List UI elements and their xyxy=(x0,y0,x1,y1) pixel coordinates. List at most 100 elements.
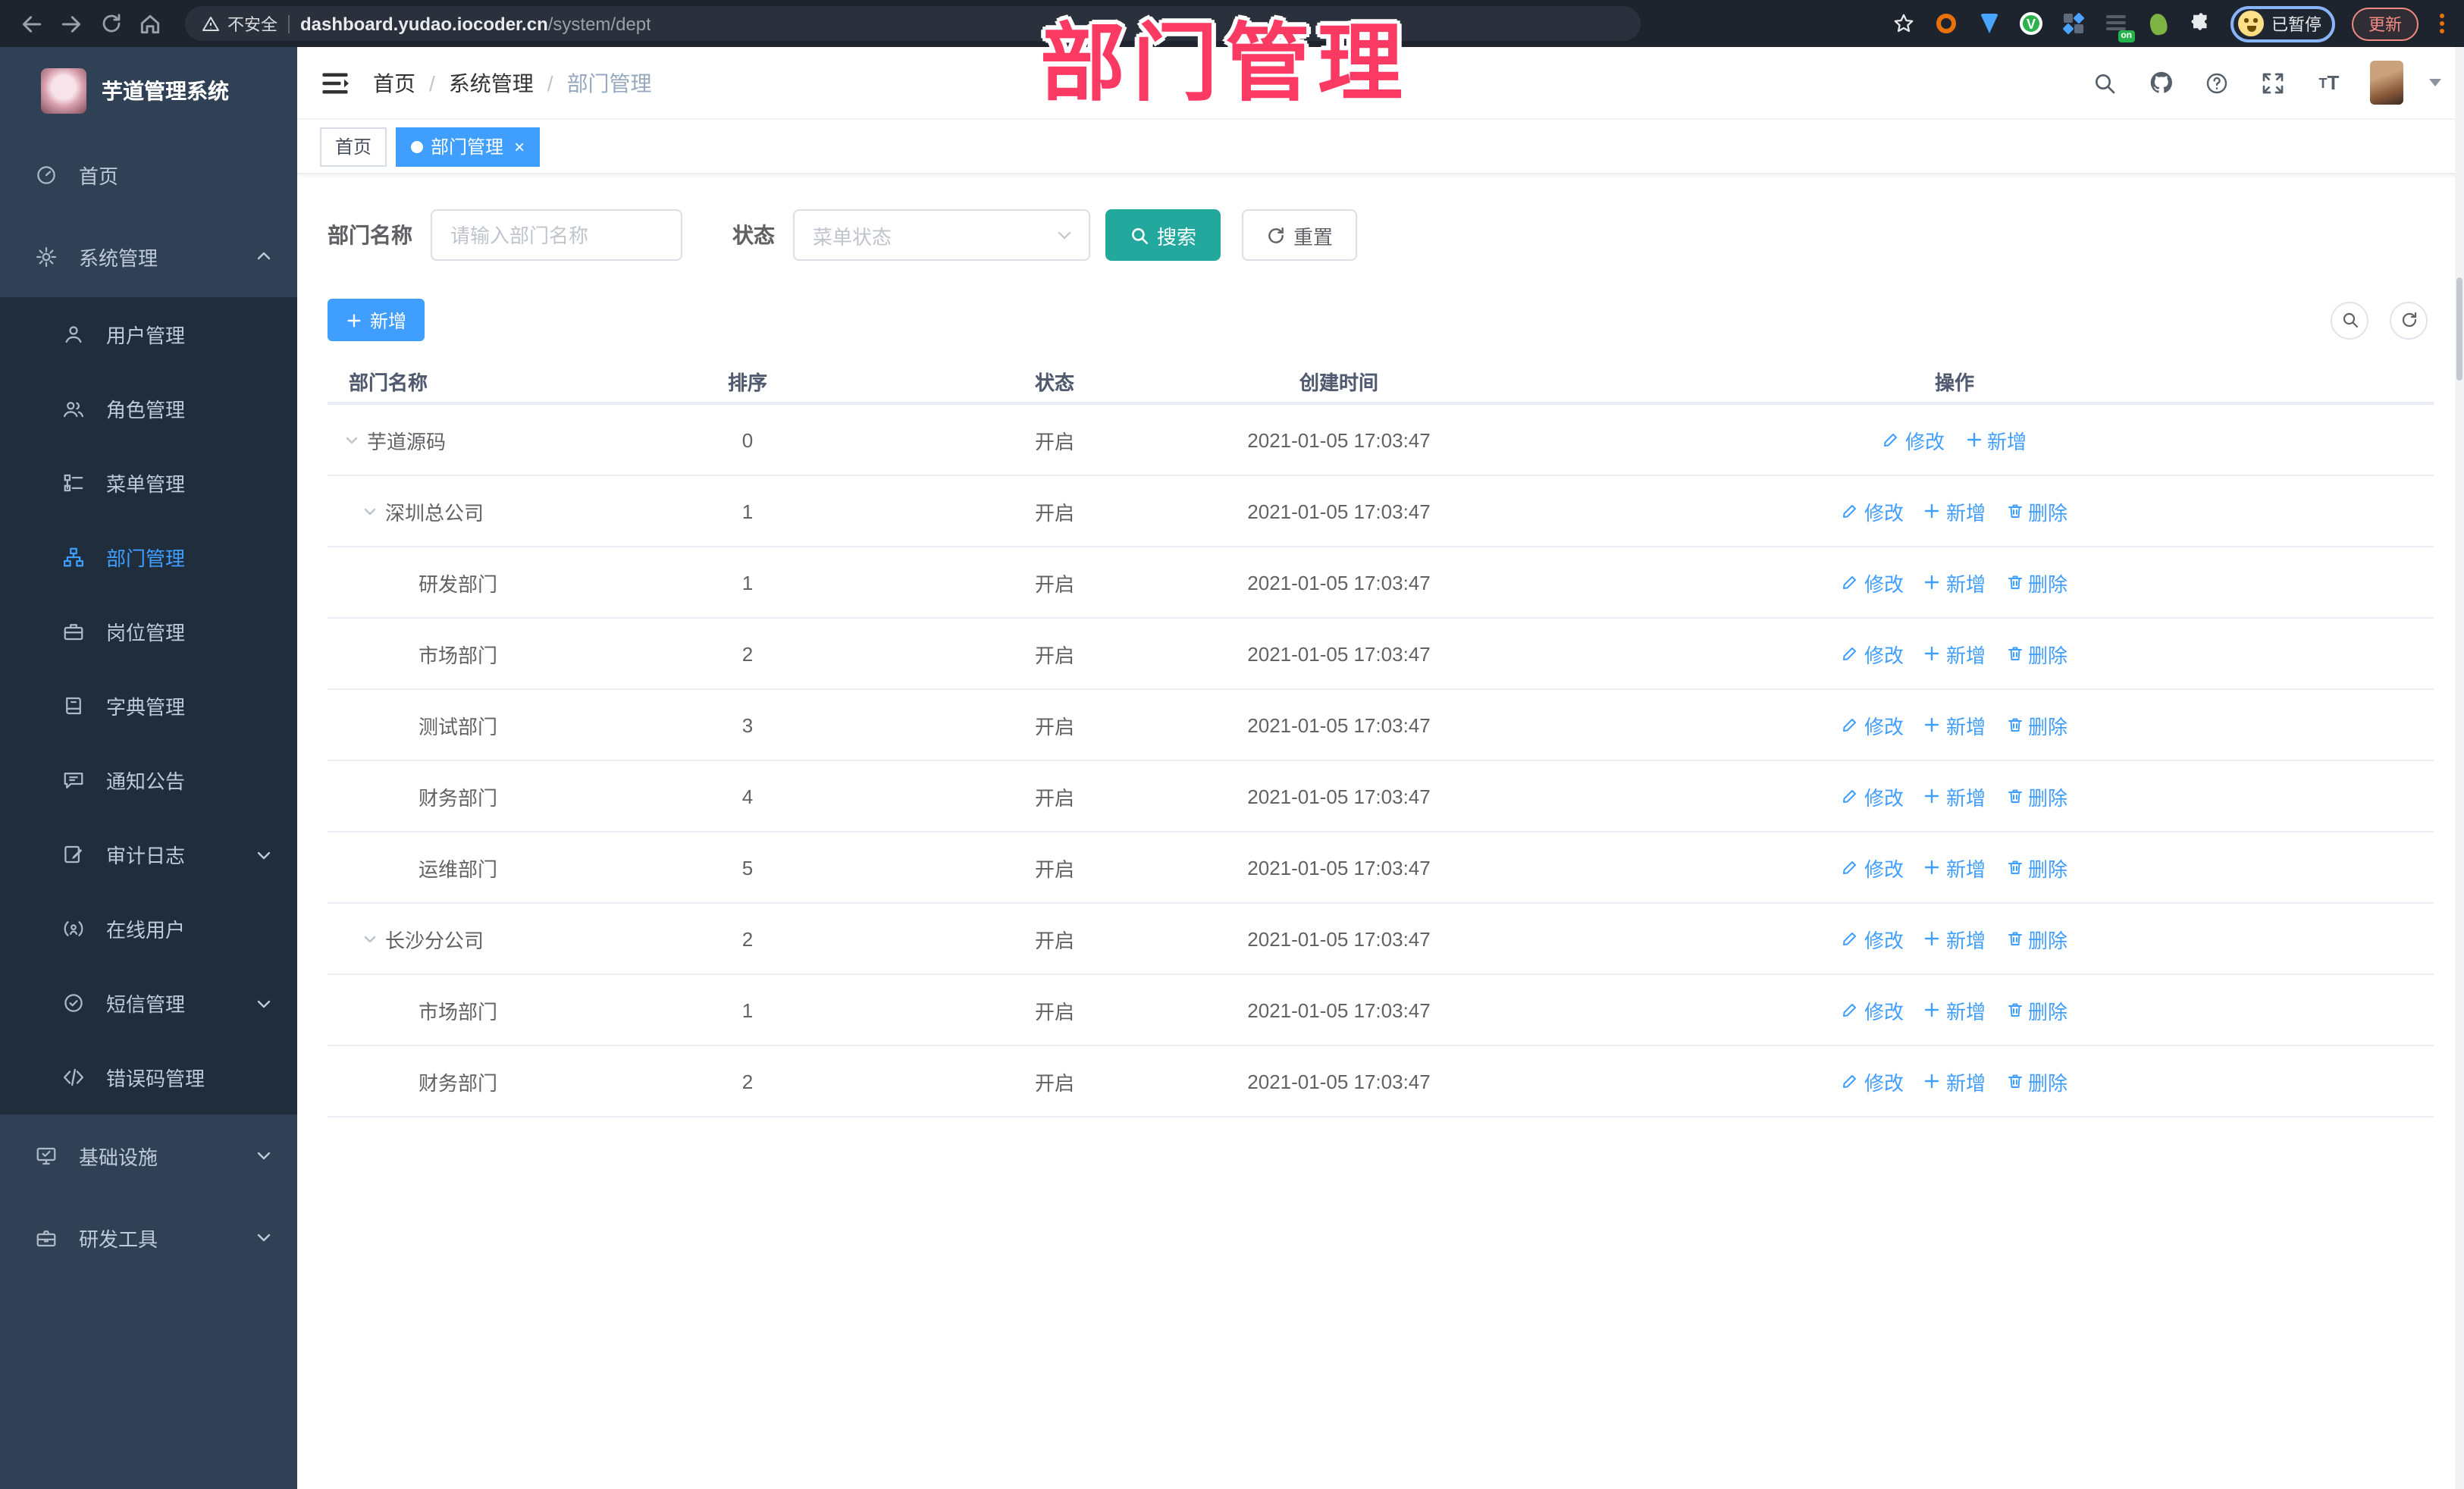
user-avatar[interactable] xyxy=(2370,61,2403,105)
edit-action-link[interactable]: 修改 xyxy=(1842,497,1904,525)
add-action-link[interactable]: 新增 xyxy=(1923,995,1986,1024)
extension-icon[interactable] xyxy=(2061,11,2086,36)
sidebar-item-online-users[interactable]: 在线用户 xyxy=(0,892,297,966)
edit-action-link[interactable]: 修改 xyxy=(1842,782,1904,810)
sidebar-toggle-icon[interactable] xyxy=(320,67,350,98)
font-size-icon[interactable]: TT xyxy=(2314,67,2344,98)
address-bar[interactable]: 不安全 dashboard.yudao.iocoder.cn/system/de… xyxy=(185,6,1641,41)
browser-reload-icon[interactable] xyxy=(94,7,127,40)
add-action-link[interactable]: 新增 xyxy=(1923,568,1986,597)
table-row[interactable]: 市场部门 1 开启 2021-01-05 17:03:47 修改 新增 删除 xyxy=(328,975,2434,1046)
add-action-link[interactable]: 新增 xyxy=(1923,497,1986,525)
briefcase-icon xyxy=(64,624,83,641)
dept-sort: 2 xyxy=(741,927,754,950)
close-tab-icon[interactable]: × xyxy=(511,137,525,155)
tab-dept-management[interactable]: 部门管理 × xyxy=(396,127,541,166)
add-dept-button[interactable]: 新增 xyxy=(328,299,425,341)
dept-name-input[interactable] xyxy=(431,209,682,261)
table-row[interactable]: 运维部门 5 开启 2021-01-05 17:03:47 修改 新增 删除 xyxy=(328,832,2434,904)
edit-action-link[interactable]: 修改 xyxy=(1842,568,1904,597)
tab-home[interactable]: 首页 xyxy=(320,127,387,166)
sidebar-item-menus[interactable]: 菜单管理 xyxy=(0,446,297,520)
sidebar-item-dev-tools[interactable]: 研发工具 xyxy=(0,1196,297,1278)
delete-action-link[interactable]: 删除 xyxy=(2005,639,2067,668)
page-scrollbar[interactable] xyxy=(2455,47,2464,1489)
table-row[interactable]: 研发部门 1 开启 2021-01-05 17:03:47 修改 新增 删除 xyxy=(328,547,2434,619)
delete-action-link[interactable]: 删除 xyxy=(2005,853,2067,882)
user-menu-caret-icon[interactable] xyxy=(2429,79,2441,86)
extensions-puzzle-icon[interactable] xyxy=(2188,11,2214,36)
table-row[interactable]: 测试部门 3 开启 2021-01-05 17:03:47 修改 新增 删除 xyxy=(328,690,2434,761)
browser-profile-button[interactable]: 已暂停 xyxy=(2230,5,2335,42)
delete-action-link[interactable]: 删除 xyxy=(2005,924,2067,953)
sidebar-item-sms[interactable]: 短信管理 xyxy=(0,966,297,1040)
sidebar-item-notice[interactable]: 通知公告 xyxy=(0,743,297,817)
browser-menu-icon[interactable] xyxy=(2435,14,2449,33)
reset-button[interactable]: 重置 xyxy=(1242,209,1358,261)
browser-forward-icon[interactable] xyxy=(55,7,88,40)
sidebar-item-system[interactable]: 系统管理 xyxy=(0,215,297,297)
app-logo-row[interactable]: 芋道管理系统 xyxy=(0,47,297,133)
sidebar-item-error-codes[interactable]: 错误码管理 xyxy=(0,1040,297,1114)
table-row[interactable]: 长沙分公司 2 开启 2021-01-05 17:03:47 修改 新增 删除 xyxy=(328,904,2434,975)
edit-action-link[interactable]: 修改 xyxy=(1842,1067,1904,1096)
add-action-link[interactable]: 新增 xyxy=(1923,782,1986,810)
not-secure-warning[interactable]: 不安全 xyxy=(202,11,277,36)
show-search-toggle-button[interactable] xyxy=(2331,301,2368,339)
delete-action-link[interactable]: 删除 xyxy=(2005,1067,2067,1096)
tree-expand-icon[interactable] xyxy=(343,431,361,449)
table-row[interactable]: 深圳总公司 1 开启 2021-01-05 17:03:47 修改 新增 删除 xyxy=(328,476,2434,547)
browser-home-icon[interactable] xyxy=(133,7,167,40)
add-action-link[interactable]: 新增 xyxy=(1923,1067,1986,1096)
edit-action-link[interactable]: 修改 xyxy=(1882,425,1945,454)
sidebar-item-roles[interactable]: 角色管理 xyxy=(0,371,297,446)
tree-expand-icon[interactable] xyxy=(361,502,379,520)
search-button[interactable]: 搜索 xyxy=(1105,209,1221,261)
breadcrumb-system[interactable]: 系统管理 xyxy=(449,67,534,98)
extension-icon[interactable] xyxy=(2146,11,2171,36)
extension-icon[interactable] xyxy=(1933,11,1959,36)
edit-action-link[interactable]: 修改 xyxy=(1842,639,1904,668)
delete-action-link[interactable]: 删除 xyxy=(2005,568,2067,597)
refresh-table-button[interactable] xyxy=(2390,301,2428,339)
status-select[interactable]: 菜单状态 xyxy=(793,209,1090,261)
bookmark-star-icon[interactable] xyxy=(1891,11,1917,36)
edit-action-link[interactable]: 修改 xyxy=(1842,710,1904,739)
extension-icon[interactable] xyxy=(1976,11,2002,36)
fullscreen-icon[interactable] xyxy=(2258,67,2288,98)
add-action-link[interactable]: 新增 xyxy=(1923,924,1986,953)
add-action-link[interactable]: 新增 xyxy=(1964,425,2027,454)
sidebar-item-infrastructure[interactable]: 基础设施 xyxy=(0,1114,297,1196)
add-action-link[interactable]: 新增 xyxy=(1923,853,1986,882)
browser-update-button[interactable]: 更新 xyxy=(2352,7,2419,40)
dept-name-cell: 市场部门 xyxy=(328,639,588,668)
table-row[interactable]: 财务部门 4 开启 2021-01-05 17:03:47 修改 新增 删除 xyxy=(328,761,2434,832)
browser-back-icon[interactable] xyxy=(15,7,49,40)
table-row[interactable]: 市场部门 2 开启 2021-01-05 17:03:47 修改 新增 删除 xyxy=(328,619,2434,690)
delete-action-link[interactable]: 删除 xyxy=(2005,995,2067,1024)
tree-expand-icon[interactable] xyxy=(361,929,379,948)
add-action-link[interactable]: 新增 xyxy=(1923,639,1986,668)
edit-action-link[interactable]: 修改 xyxy=(1842,995,1904,1024)
extension-icon[interactable]: on xyxy=(2103,11,2135,42)
scrollbar-thumb[interactable] xyxy=(2456,277,2462,381)
github-icon[interactable] xyxy=(2146,67,2176,98)
table-row[interactable]: 芋道源码 0 开启 2021-01-05 17:03:47 修改 新增 xyxy=(328,405,2434,476)
sidebar-item-dict[interactable]: 字典管理 xyxy=(0,669,297,743)
edit-action-link[interactable]: 修改 xyxy=(1842,924,1904,953)
delete-action-link[interactable]: 删除 xyxy=(2005,782,2067,810)
sidebar-item-users[interactable]: 用户管理 xyxy=(0,297,297,371)
sidebar-item-depts[interactable]: 部门管理 xyxy=(0,520,297,594)
delete-action-link[interactable]: 删除 xyxy=(2005,710,2067,739)
delete-action-link[interactable]: 删除 xyxy=(2005,497,2067,525)
edit-action-link[interactable]: 修改 xyxy=(1842,853,1904,882)
sidebar-item-audit-log[interactable]: 审计日志 xyxy=(0,817,297,892)
sidebar-item-home[interactable]: 首页 xyxy=(0,133,297,215)
sidebar-item-posts[interactable]: 岗位管理 xyxy=(0,594,297,669)
add-action-link[interactable]: 新增 xyxy=(1923,710,1986,739)
extension-icon[interactable]: V xyxy=(2018,11,2044,36)
breadcrumb-home[interactable]: 首页 xyxy=(373,67,415,98)
help-icon[interactable] xyxy=(2202,67,2232,98)
table-row[interactable]: 财务部门 2 开启 2021-01-05 17:03:47 修改 新增 删除 xyxy=(328,1046,2434,1118)
header-search-icon[interactable] xyxy=(2089,67,2120,98)
